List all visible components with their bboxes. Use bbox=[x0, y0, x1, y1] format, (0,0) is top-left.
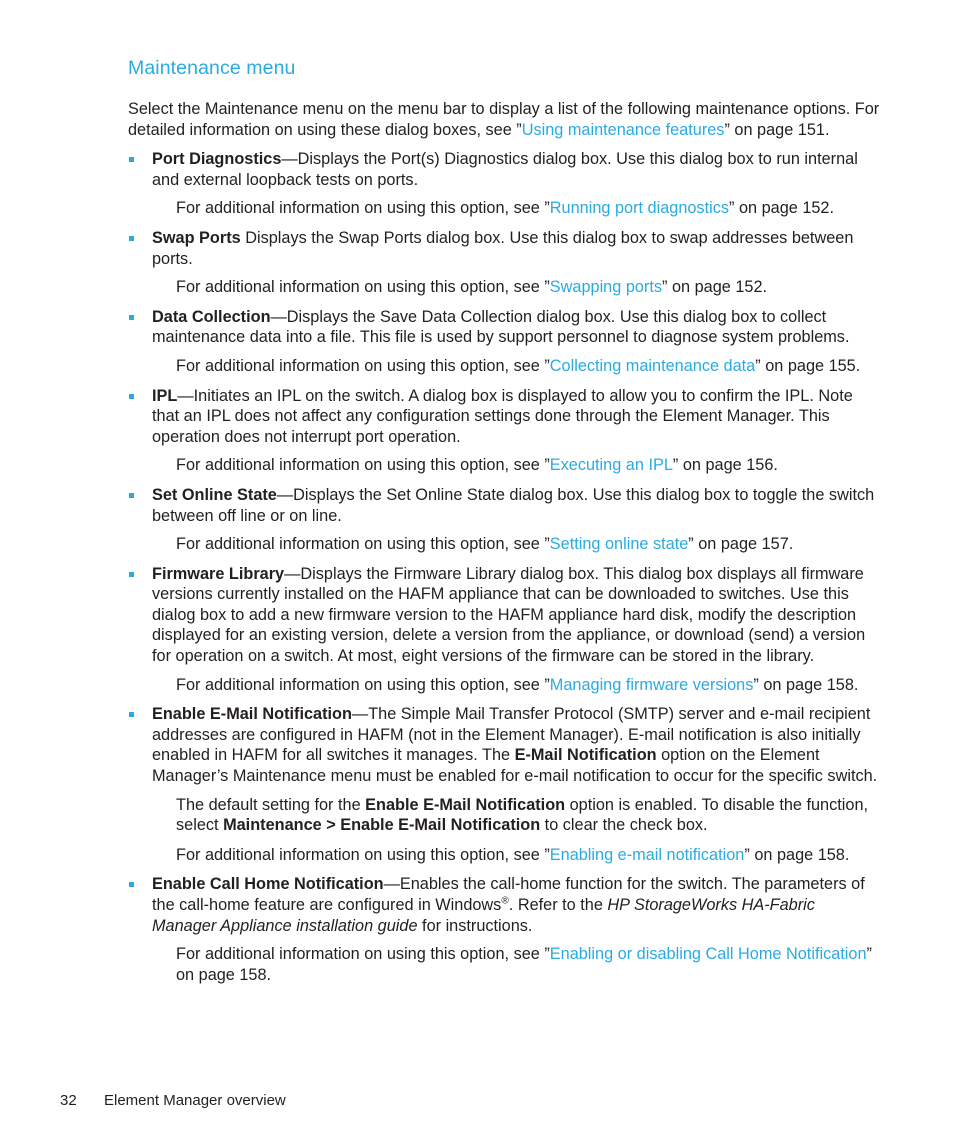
xref-link-managing-firmware-versions[interactable]: Managing firmware versions bbox=[550, 676, 754, 694]
option-body-c: for instructions. bbox=[417, 916, 533, 935]
list-item: Set Online State—Displays the Set Online… bbox=[128, 485, 880, 555]
default-text-a: The default setting for the bbox=[176, 795, 366, 814]
option-description: Enable Call Home Notification—Enables th… bbox=[152, 874, 880, 936]
option-term: Port Diagnostics bbox=[152, 150, 282, 169]
xref-prefix: For additional information on using this… bbox=[176, 199, 550, 218]
xref-suffix: ” on page 157. bbox=[688, 535, 794, 554]
bullet-square-icon bbox=[129, 882, 134, 888]
option-description: Port Diagnostics—Displays the Port(s) Di… bbox=[152, 149, 880, 190]
xref-suffix: ” on page 155. bbox=[755, 356, 861, 375]
option-separator: — bbox=[281, 150, 298, 169]
list-item: Enable E-Mail Notification—The Simple Ma… bbox=[128, 704, 880, 865]
list-item: Enable Call Home Notification—Enables th… bbox=[128, 874, 880, 985]
option-separator: — bbox=[351, 705, 369, 724]
option-term: Enable E-Mail Notification bbox=[152, 705, 352, 724]
xref-prefix: For additional information on using this… bbox=[176, 278, 550, 297]
xref-link-swapping-ports[interactable]: Swapping ports bbox=[550, 278, 662, 296]
xref-link-running-port-diagnostics[interactable]: Running port diagnostics bbox=[550, 199, 729, 217]
default-text-c: to clear the check box. bbox=[540, 816, 708, 835]
option-term: IPL bbox=[152, 386, 178, 405]
option-description: Set Online State—Displays the Set Online… bbox=[152, 485, 880, 526]
maintenance-options-list: Port Diagnostics—Displays the Port(s) Di… bbox=[128, 149, 880, 985]
option-body-b: . Refer to the bbox=[508, 896, 608, 914]
option-separator: — bbox=[177, 386, 194, 405]
option-inline-bold: E-Mail Notification bbox=[514, 746, 657, 765]
xref-suffix: ” on page 156. bbox=[672, 456, 778, 475]
option-term: Swap Ports bbox=[152, 228, 241, 247]
footer-chapter-title: Element Manager overview bbox=[104, 1092, 286, 1109]
xref-prefix: For additional information on using this… bbox=[176, 945, 550, 964]
bullet-square-icon bbox=[129, 235, 134, 241]
option-term: Enable Call Home Notification bbox=[152, 875, 384, 894]
option-term: Firmware Library bbox=[152, 564, 285, 583]
xref-suffix: ” on page 158. bbox=[753, 675, 859, 694]
page-content: Maintenance menu Select the Maintenance … bbox=[128, 56, 880, 994]
intro-text-after: ” on page 151. bbox=[724, 120, 830, 139]
default-bold-option: Enable E-Mail Notification bbox=[365, 795, 566, 814]
xref-prefix: For additional information on using this… bbox=[176, 456, 550, 475]
xref-prefix: For additional information on using this… bbox=[176, 675, 550, 694]
option-description: Enable E-Mail Notification—The Simple Ma… bbox=[152, 704, 880, 786]
bullet-square-icon bbox=[129, 492, 134, 498]
option-xref: For additional information on using this… bbox=[176, 534, 880, 555]
bullet-square-icon bbox=[129, 712, 134, 718]
xref-suffix: ” on page 158. bbox=[744, 845, 850, 864]
option-body: Initiates an IPL on the switch. A dialog… bbox=[152, 386, 853, 446]
registered-trademark-symbol: ® bbox=[501, 895, 509, 907]
option-description: Firmware Library—Displays the Firmware L… bbox=[152, 564, 880, 667]
option-description: Swap Ports Displays the Swap Ports dialo… bbox=[152, 228, 880, 269]
document-page: Maintenance menu Select the Maintenance … bbox=[0, 0, 954, 1145]
option-description: IPL—Initiates an IPL on the switch. A di… bbox=[152, 386, 880, 448]
list-item: Firmware Library—Displays the Firmware L… bbox=[128, 564, 880, 696]
footer-page-number: 32 bbox=[60, 1092, 77, 1109]
xref-link-enabling-disabling-call-home-notification[interactable]: Enabling or disabling Call Home Notifica… bbox=[550, 945, 867, 963]
xref-link-setting-online-state[interactable]: Setting online state bbox=[550, 535, 689, 553]
option-term: Data Collection bbox=[152, 307, 271, 326]
page-title: Maintenance menu bbox=[128, 57, 296, 79]
option-separator: — bbox=[383, 875, 400, 894]
list-item: Data Collection—Displays the Save Data C… bbox=[128, 307, 880, 377]
list-item: Swap Ports Displays the Swap Ports dialo… bbox=[128, 228, 880, 298]
option-separator: — bbox=[284, 564, 301, 583]
option-description: Data Collection—Displays the Save Data C… bbox=[152, 307, 880, 348]
xref-suffix: ” on page 152. bbox=[662, 278, 768, 297]
option-xref: For additional information on using this… bbox=[176, 845, 880, 866]
option-xref: For additional information on using this… bbox=[176, 356, 880, 377]
option-xref: For additional information on using this… bbox=[176, 198, 880, 219]
xref-prefix: For additional information on using this… bbox=[176, 535, 550, 554]
option-xref: For additional information on using this… bbox=[176, 455, 880, 476]
default-bold-menu-path: Maintenance > Enable E-Mail Notification bbox=[223, 816, 541, 835]
xref-link-using-maintenance-features[interactable]: Using maintenance features bbox=[522, 121, 725, 139]
bullet-square-icon bbox=[129, 314, 134, 320]
xref-link-enabling-email-notification[interactable]: Enabling e-mail notification bbox=[550, 846, 745, 864]
option-xref: For additional information on using this… bbox=[176, 277, 880, 298]
option-xref: For additional information on using this… bbox=[176, 944, 880, 985]
xref-prefix: For additional information on using this… bbox=[176, 356, 550, 375]
bullet-square-icon bbox=[129, 157, 134, 163]
bullet-square-icon bbox=[129, 571, 134, 577]
xref-prefix: For additional information on using this… bbox=[176, 845, 550, 864]
option-body: Displays the Swap Ports dialog box. Use … bbox=[152, 228, 854, 268]
page-footer: 32 Element Manager overview bbox=[60, 1092, 286, 1109]
list-item: IPL—Initiates an IPL on the switch. A di… bbox=[128, 386, 880, 476]
xref-link-executing-an-ipl[interactable]: Executing an IPL bbox=[550, 456, 673, 474]
intro-paragraph: Select the Maintenance menu on the menu … bbox=[128, 99, 880, 140]
option-separator: — bbox=[276, 485, 294, 504]
option-default-setting: The default setting for the Enable E-Mai… bbox=[176, 795, 880, 836]
bullet-square-icon bbox=[129, 393, 134, 399]
list-item: Port Diagnostics—Displays the Port(s) Di… bbox=[128, 149, 880, 219]
xref-link-collecting-maintenance-data[interactable]: Collecting maintenance data bbox=[550, 357, 755, 375]
option-term: Set Online State bbox=[152, 485, 277, 504]
option-separator: — bbox=[270, 307, 287, 326]
option-xref: For additional information on using this… bbox=[176, 675, 880, 696]
xref-suffix: ” on page 152. bbox=[729, 199, 835, 218]
